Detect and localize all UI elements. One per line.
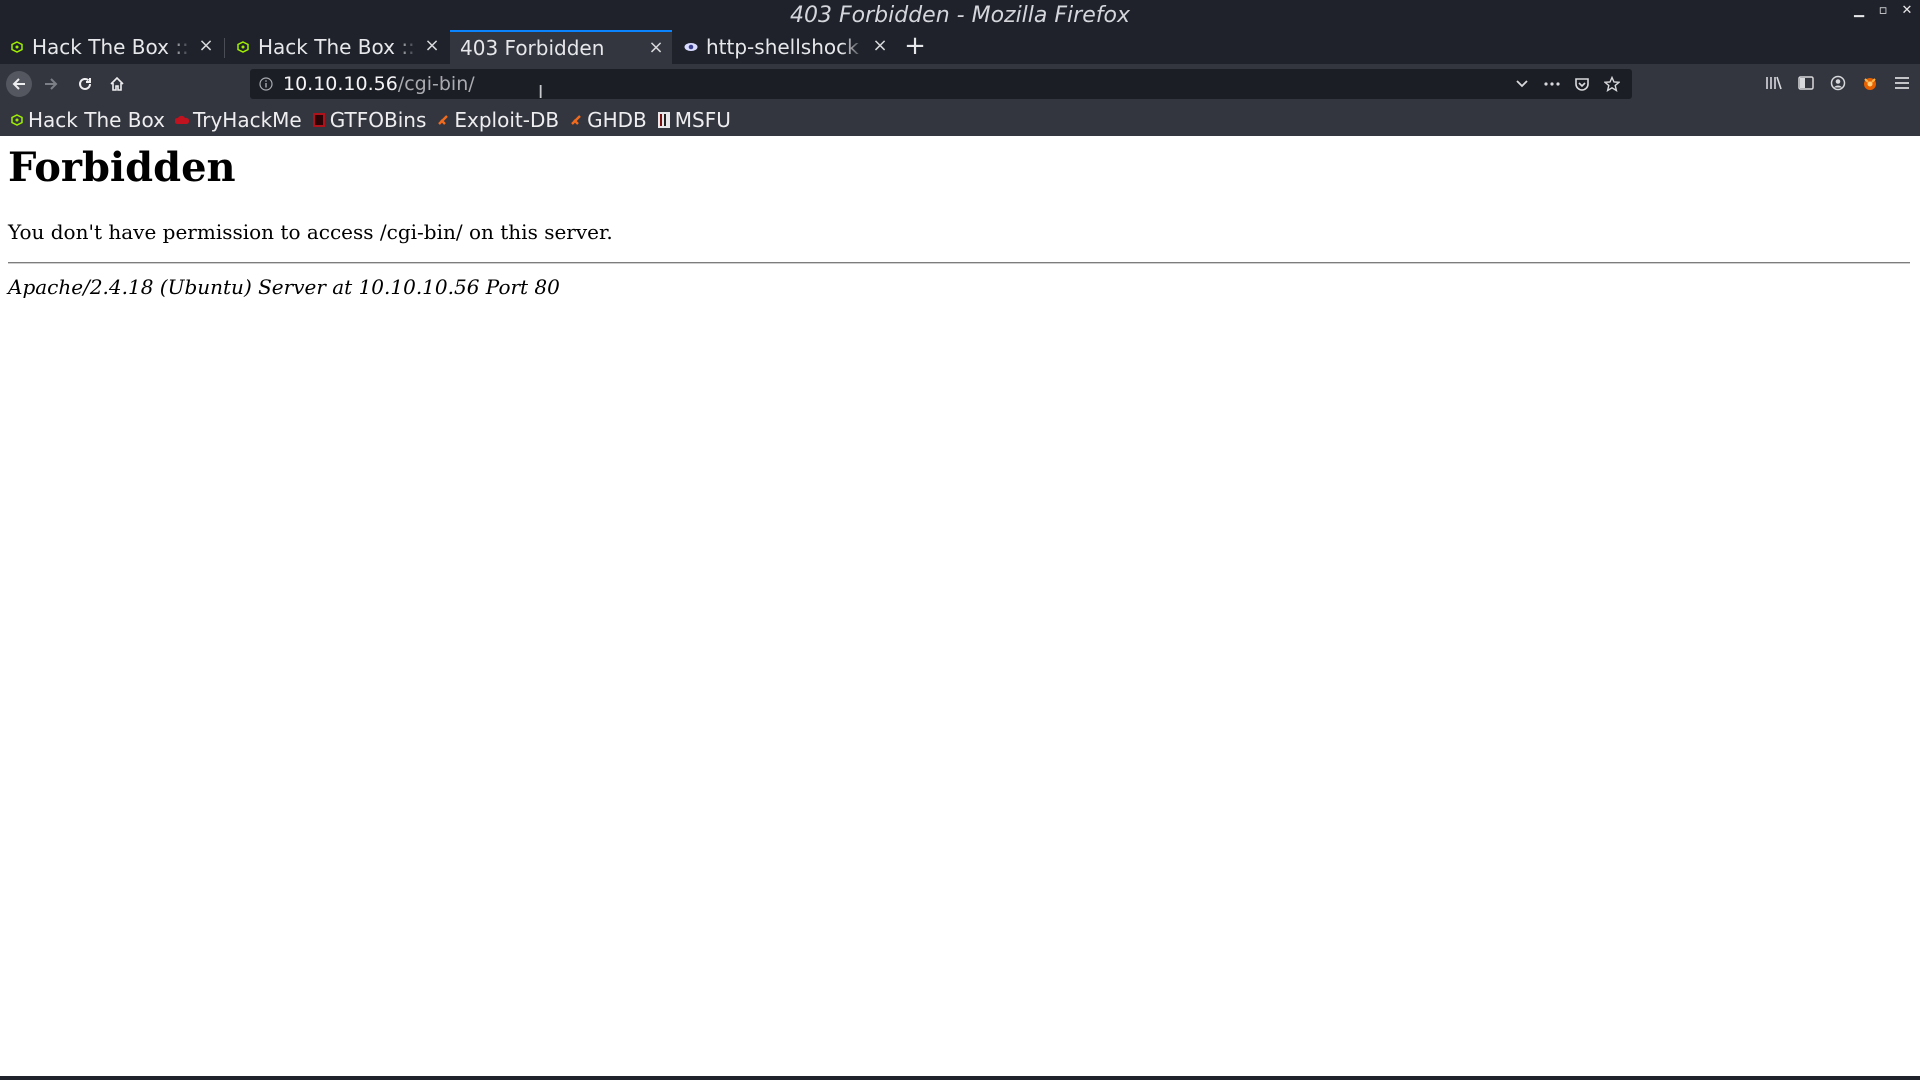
- bookmark-label: Exploit-DB: [454, 108, 560, 132]
- library-icon[interactable]: [1764, 72, 1784, 94]
- bookmark-hack-the-box[interactable]: Hack The Box: [10, 108, 165, 132]
- tab-close-icon[interactable]: ×: [196, 36, 216, 56]
- extension-fox-icon[interactable]: [1860, 72, 1880, 94]
- url-host: 10.10.10.56: [283, 73, 398, 95]
- msfu-icon: [657, 112, 671, 128]
- bookmark-star-icon[interactable]: [1602, 74, 1622, 94]
- bookmark-label: GTFOBins: [329, 108, 427, 132]
- maximize-button[interactable]: ▫: [1876, 4, 1890, 18]
- url-path: /cgi-bin/: [397, 73, 475, 95]
- forward-arrow-icon: [45, 78, 58, 90]
- htb-cube-icon: [10, 40, 24, 54]
- tab-close-icon[interactable]: ×: [646, 38, 666, 58]
- close-window-button[interactable]: ✕: [1900, 4, 1914, 18]
- minimize-button[interactable]: ▁: [1852, 4, 1866, 18]
- bookmark-label: Hack The Box: [28, 108, 165, 132]
- home-button[interactable]: [104, 71, 130, 97]
- bookmark-label: TryHackMe: [192, 108, 302, 132]
- text-cursor-icon: I: [538, 82, 544, 103]
- hamburger-menu-icon[interactable]: [1892, 72, 1912, 94]
- bookmark-ghdb[interactable]: GHDB: [569, 108, 647, 132]
- urlbar-actions: [1512, 74, 1622, 94]
- tab-label: 403 Forbidden: [460, 36, 605, 60]
- account-icon[interactable]: [1828, 72, 1848, 94]
- reload-icon: [79, 77, 91, 90]
- htb-cube-icon: [236, 40, 250, 54]
- tab-close-icon[interactable]: ×: [422, 36, 442, 56]
- nmap-eye-icon: [684, 40, 698, 54]
- tab-http-shellshock[interactable]: http-shellshock N ×: [674, 30, 896, 64]
- ghdb-icon: [569, 113, 583, 127]
- back-button[interactable]: [6, 71, 32, 97]
- address-bar[interactable]: 10.10.10.56/cgi-bin/: [250, 69, 1632, 99]
- error-message: You don't have permission to access /cgi…: [8, 220, 613, 244]
- toolbar-tools: [1764, 72, 1920, 94]
- bookmark-exploit-db[interactable]: Exploit-DB: [436, 108, 559, 132]
- sidebar-icon[interactable]: [1796, 72, 1816, 94]
- new-tab-button[interactable]: +: [903, 30, 927, 64]
- htb-cube-icon: [10, 113, 24, 127]
- window-title: 403 Forbidden - Mozilla Firefox: [790, 3, 1130, 28]
- page-actions-icon[interactable]: [1542, 74, 1562, 94]
- tryhackme-icon: [174, 113, 189, 127]
- tab-close-icon[interactable]: ×: [870, 36, 890, 56]
- bookmark-tryhackme[interactable]: TryHackMe: [174, 108, 302, 132]
- back-arrow-icon: [12, 78, 25, 90]
- window-controls: ▁ ▫ ✕: [1852, 4, 1914, 18]
- tab-divider: [224, 38, 225, 58]
- page-content: Forbidden You don't have permission to a…: [0, 136, 1920, 1076]
- server-signature: Apache/2.4.18 (Ubuntu) Server at 10.10.1…: [8, 275, 560, 299]
- bookmark-msfu[interactable]: MSFU: [657, 108, 731, 132]
- gtfobins-icon: [312, 113, 326, 127]
- tab-label: Hack The Box :: S: [258, 35, 418, 59]
- tab-strip: Hack The Box :: M × Hack The Box :: S × …: [0, 30, 1920, 64]
- divider: [8, 262, 1910, 264]
- reload-button[interactable]: [72, 71, 98, 97]
- window-titlebar: 403 Forbidden - Mozilla Firefox ▁ ▫ ✕: [0, 0, 1920, 30]
- navigation-toolbar: 10.10.10.56/cgi-bin/: [0, 64, 1920, 104]
- site-info-icon[interactable]: [259, 77, 273, 91]
- tab-htb-machines[interactable]: Hack The Box :: M ×: [0, 30, 222, 64]
- home-icon: [110, 76, 124, 91]
- tab-403-forbidden[interactable]: 403 Forbidden ×: [450, 30, 672, 64]
- bookmark-label: MSFU: [674, 108, 731, 132]
- tab-label: Hack The Box :: M: [32, 35, 192, 59]
- bookmark-gtfobins[interactable]: GTFOBins: [312, 108, 427, 132]
- forward-button[interactable]: [38, 71, 64, 97]
- bookmarks-toolbar: Hack The Box TryHackMe GTFOBins Exploit-…: [0, 104, 1920, 136]
- tab-label: http-shellshock N: [706, 35, 866, 59]
- tab-htb-second[interactable]: Hack The Box :: S ×: [226, 30, 448, 64]
- bookmark-label: GHDB: [587, 108, 647, 132]
- chevron-down-icon[interactable]: [1512, 74, 1532, 94]
- pocket-icon[interactable]: [1572, 74, 1592, 94]
- exploitdb-icon: [436, 113, 450, 127]
- page-heading: Forbidden: [8, 144, 236, 191]
- window-bottom-border: [0, 1076, 1920, 1080]
